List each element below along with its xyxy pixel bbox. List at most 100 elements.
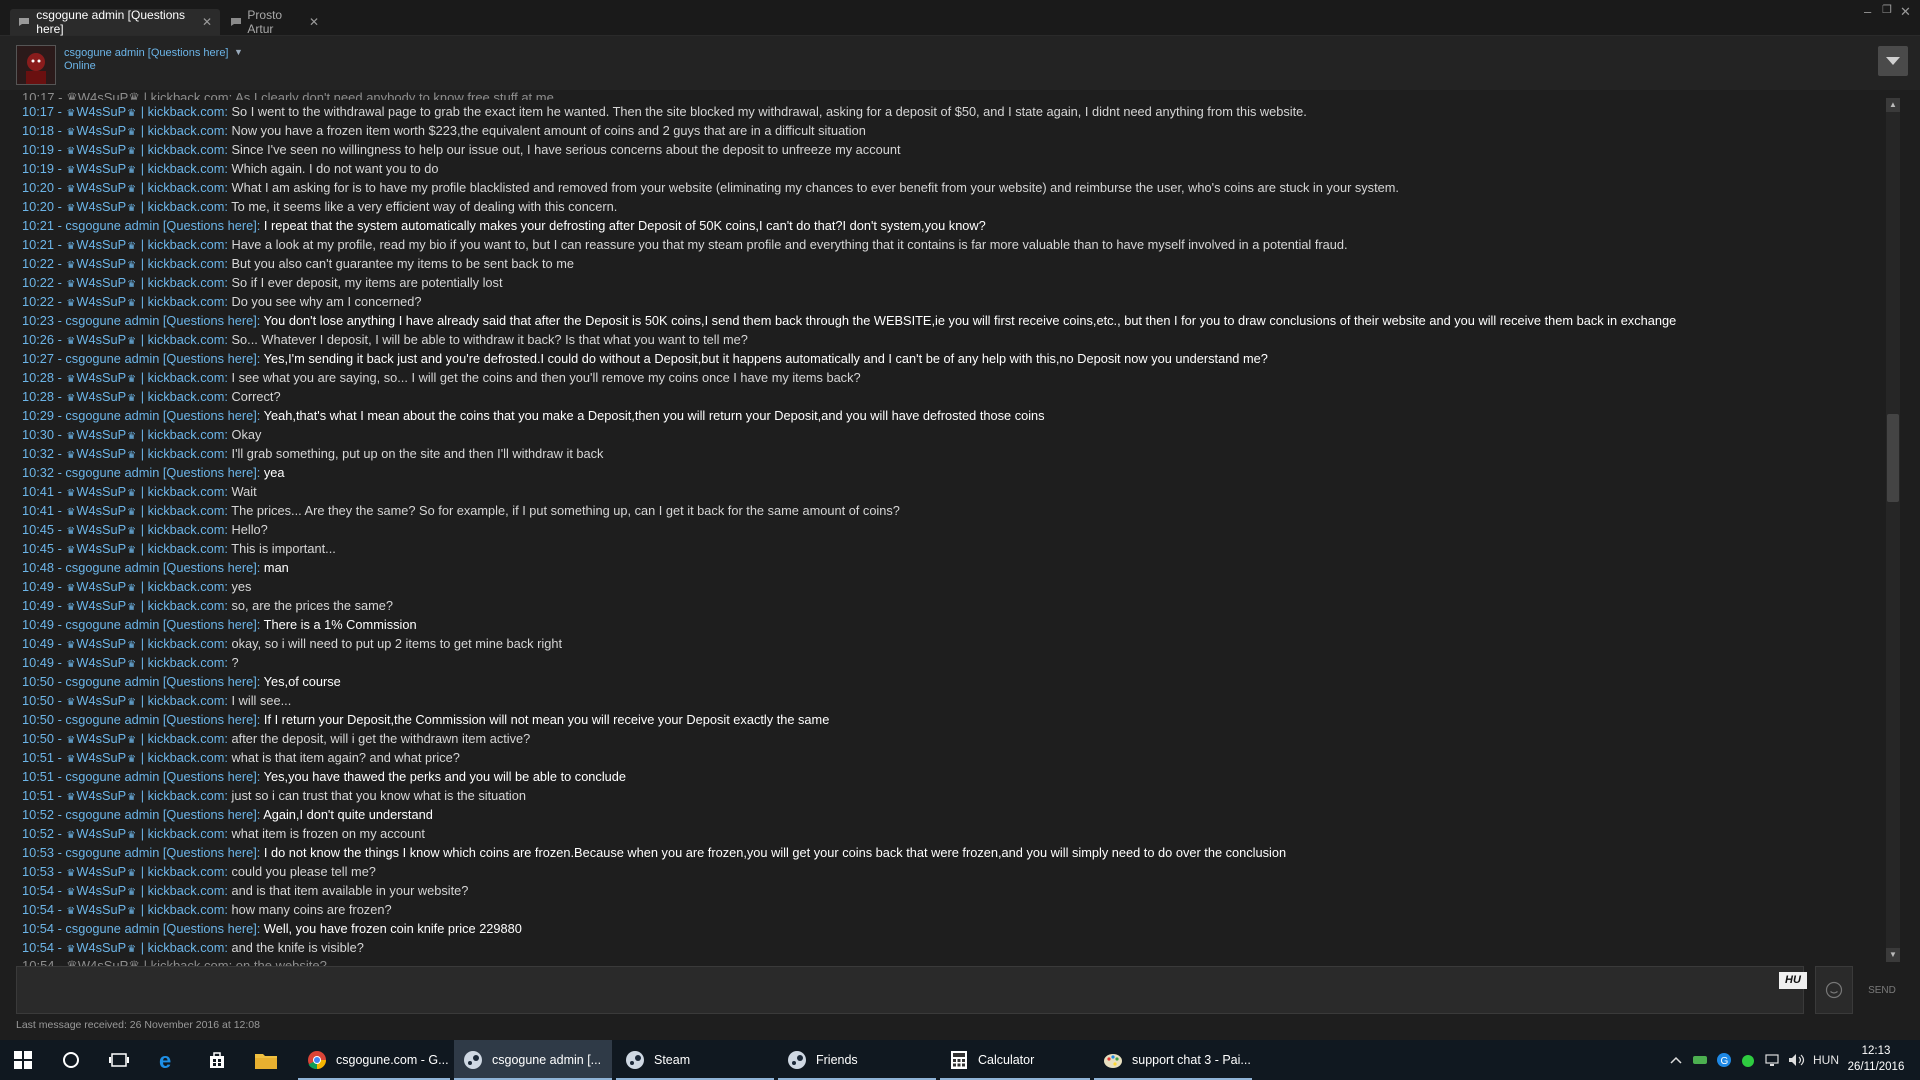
message-sender[interactable]: ♛W4sSuP♛ | kickback.com: [65, 522, 224, 537]
message-sender[interactable]: ♛W4sSuP♛ | kickback.com: [65, 693, 224, 708]
message-sender[interactable]: ♛W4sSuP♛ | kickback.com: [65, 180, 224, 195]
message-sender[interactable]: csgogune admin [Questions here]: [65, 617, 256, 632]
tab-prosto-artur[interactable]: Prosto Artur ✕: [222, 8, 327, 36]
taskbar-app-calculator[interactable]: Calculator: [940, 1040, 1090, 1080]
message-sender[interactable]: ♛W4sSuP♛ | kickback.com: [65, 294, 224, 309]
search-icon[interactable]: [58, 1040, 84, 1080]
tray-app-icon[interactable]: [1692, 1040, 1708, 1080]
message-sender[interactable]: ♛W4sSuP♛ | kickback.com: [65, 883, 224, 898]
message-sender[interactable]: ♛W4sSuP♛ | kickback.com: [65, 788, 224, 803]
message-sender[interactable]: ♛W4sSuP♛ | kickback.com: [65, 579, 224, 594]
file-explorer-icon[interactable]: [253, 1040, 279, 1080]
emoticon-button[interactable]: [1815, 966, 1853, 1014]
message-sender[interactable]: csgogune admin [Questions here]: [65, 351, 256, 366]
message-time: 10:32: [22, 465, 55, 480]
message-sender[interactable]: ♛W4sSuP♛ | kickback.com: [65, 864, 224, 879]
message-sender[interactable]: ♛W4sSuP♛ | kickback.com: [65, 731, 224, 746]
message-input[interactable]: [16, 966, 1804, 1014]
separator: :: [256, 674, 264, 689]
sender-suffix: | kickback.com: [137, 636, 225, 651]
network-icon[interactable]: [1764, 1040, 1782, 1080]
message-time: 10:53: [22, 864, 55, 879]
message-sender[interactable]: ♛W4sSuP♛ | kickback.com: [65, 104, 224, 119]
header-menu-button[interactable]: [1878, 46, 1908, 76]
close-window-icon[interactable]: ✕: [1900, 4, 1911, 20]
message-time: 10:22: [22, 275, 55, 290]
send-button[interactable]: SEND: [1860, 966, 1904, 1014]
close-tab-icon[interactable]: ✕: [309, 15, 319, 29]
sender-suffix: | kickback.com: [137, 275, 225, 290]
scroll-thumb[interactable]: [1887, 414, 1899, 502]
close-tab-icon[interactable]: ✕: [202, 15, 212, 29]
message-time: 10:22: [22, 294, 55, 309]
windows-start-icon[interactable]: [10, 1040, 36, 1080]
store-icon[interactable]: [204, 1040, 230, 1080]
message-sender[interactable]: ♛W4sSuP♛ | kickback.com: [65, 750, 224, 765]
input-language[interactable]: HUN: [1813, 1040, 1839, 1080]
message-sender[interactable]: ♛W4sSuP♛ | kickback.com: [65, 370, 224, 385]
message-sender[interactable]: ♛W4sSuP♛ | kickback.com: [65, 503, 224, 518]
chevron-down-icon[interactable]: ▼: [234, 47, 243, 57]
tray-cloud-icon[interactable]: [1740, 1040, 1756, 1080]
message-sender[interactable]: ♛W4sSuP♛ | kickback.com: [65, 389, 224, 404]
message-sender[interactable]: ♛W4sSuP♛ | kickback.com: [65, 142, 224, 157]
friend-status: Online: [64, 60, 96, 72]
message-sender[interactable]: ♛W4sSuP♛ | kickback.com: [65, 484, 224, 499]
message-sender[interactable]: ♛W4sSuP♛ | kickback.com: [65, 427, 224, 442]
show-hidden-icons-icon[interactable]: [1670, 1040, 1682, 1080]
taskbar-app-steam-chat[interactable]: csgogune admin [...: [454, 1040, 612, 1080]
message-sender[interactable]: ♛W4sSuP♛ | kickback.com: [65, 161, 224, 176]
tab-csgogune-admin[interactable]: csgogune admin [Questions here] ✕: [10, 8, 220, 36]
message-text: This is important...: [231, 541, 336, 556]
edge-browser-icon[interactable]: e: [155, 1040, 181, 1080]
message-sender[interactable]: csgogune admin [Questions here]: [65, 845, 256, 860]
separator: :: [224, 598, 232, 613]
separator: :: [256, 845, 264, 860]
scroll-down-icon[interactable]: ▼: [1886, 948, 1900, 962]
friend-name[interactable]: csgogune admin [Questions here]: [64, 47, 229, 59]
avatar[interactable]: [16, 45, 56, 85]
taskbar-app-paint[interactable]: support chat 3 - Pai...: [1094, 1040, 1252, 1080]
message-sender[interactable]: csgogune admin [Questions here]: [65, 712, 256, 727]
sender-name: csgogune admin [Questions here]: [65, 921, 257, 936]
message-sender[interactable]: ♛W4sSuP♛ | kickback.com: [65, 636, 224, 651]
volume-icon[interactable]: [1788, 1040, 1806, 1080]
taskbar-app-steam-friends[interactable]: Friends: [778, 1040, 936, 1080]
taskbar-app-steam[interactable]: Steam: [616, 1040, 774, 1080]
message-sender[interactable]: ♛W4sSuP♛ | kickback.com: [65, 332, 224, 347]
message-sender[interactable]: ♛W4sSuP♛ | kickback.com: [65, 598, 224, 613]
message-sender[interactable]: ♛W4sSuP♛ | kickback.com: [65, 237, 224, 252]
message-sender[interactable]: ♛W4sSuP♛ | kickback.com: [65, 655, 224, 670]
message-sender[interactable]: ♛W4sSuP♛ | kickback.com: [65, 826, 224, 841]
sender-name: csgogune admin [Questions here]: [65, 560, 257, 575]
message-sender[interactable]: ♛W4sSuP♛ | kickback.com: [65, 902, 224, 917]
message-sender[interactable]: csgogune admin [Questions here]: [65, 807, 256, 822]
message-text: and is that item available in your websi…: [231, 883, 469, 898]
maximize-icon[interactable]: ❐: [1882, 3, 1892, 16]
message-sender[interactable]: ♛W4sSuP♛ | kickback.com: [65, 446, 224, 461]
message-sender[interactable]: csgogune admin [Questions here]: [65, 674, 256, 689]
scroll-up-icon[interactable]: ▲: [1886, 98, 1900, 112]
message-sender[interactable]: csgogune admin [Questions here]: [65, 218, 256, 233]
message-sender[interactable]: csgogune admin [Questions here]: [65, 769, 256, 784]
message-sender[interactable]: csgogune admin [Questions here]: [65, 560, 256, 575]
message-sender[interactable]: csgogune admin [Questions here]: [65, 313, 256, 328]
message-sender[interactable]: csgogune admin [Questions here]: [65, 921, 256, 936]
message-sender[interactable]: ♛W4sSuP♛ | kickback.com: [65, 199, 224, 214]
message-text: Which again. I do not want you to do: [231, 161, 439, 176]
message-sender[interactable]: ♛W4sSuP♛ | kickback.com: [65, 123, 224, 138]
tray-shield-icon[interactable]: G: [1716, 1040, 1732, 1080]
message-sender[interactable]: csgogune admin [Questions here]: [65, 408, 256, 423]
message-sender[interactable]: ♛W4sSuP♛ | kickback.com: [65, 940, 224, 955]
task-view-icon[interactable]: [106, 1040, 132, 1080]
chat-scrollbar[interactable]: ▲ ▼: [1886, 98, 1900, 962]
separator: :: [256, 560, 264, 575]
taskbar-app-chrome[interactable]: csgogune.com - G...: [298, 1040, 450, 1080]
chat-log: 10:17 - ♛W4sSuP♛ | kickback.com: As I cl…: [0, 90, 1880, 966]
message-sender[interactable]: csgogune admin [Questions here]: [65, 465, 256, 480]
message-sender[interactable]: ♛W4sSuP♛ | kickback.com: [65, 275, 224, 290]
message-sender[interactable]: ♛W4sSuP♛ | kickback.com: [65, 541, 224, 556]
clock[interactable]: 12:13 26/11/2016: [1840, 1043, 1912, 1075]
minimize-icon[interactable]: –: [1864, 4, 1871, 19]
message-sender[interactable]: ♛W4sSuP♛ | kickback.com: [65, 256, 224, 271]
